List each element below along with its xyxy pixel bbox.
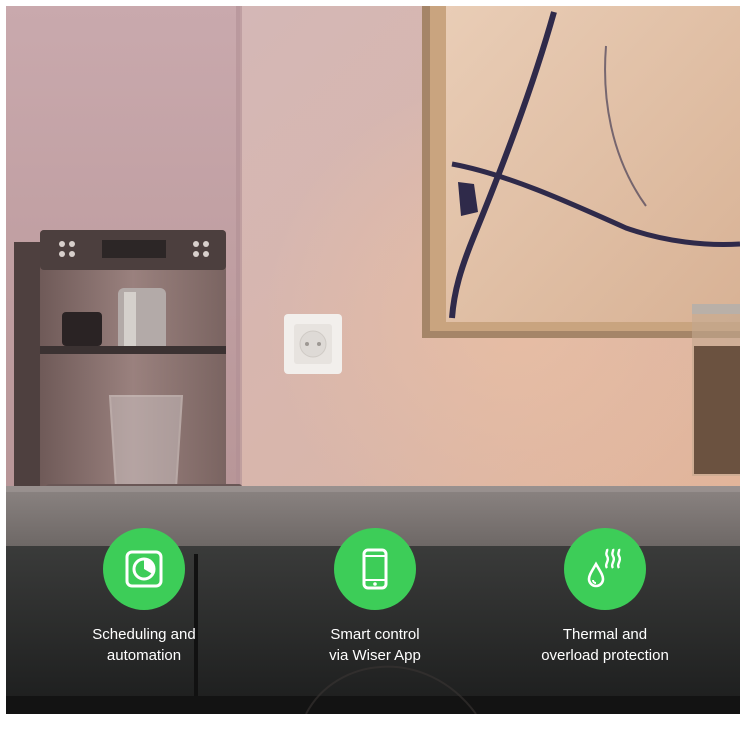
feature-scheduling: Scheduling and automation xyxy=(34,528,254,666)
caption-line-2: via Wiser App xyxy=(329,647,421,664)
caption-line-1: Thermal and xyxy=(562,626,648,643)
feature-smart-control: Smart control via Wiser App xyxy=(265,528,485,666)
feature-badge xyxy=(334,528,416,610)
feature-thermal-protection: Thermal and overload protection xyxy=(495,528,715,666)
feature-caption: Thermal and overload protection xyxy=(495,624,715,666)
feature-badge xyxy=(564,528,646,610)
heat-drop-icon xyxy=(587,548,622,588)
caption-line-1: Smart control xyxy=(330,626,420,643)
feature-caption: Scheduling and automation xyxy=(34,624,254,666)
product-photo: Scheduling and automation Smart control … xyxy=(6,6,740,714)
caption-line-2: overload protection xyxy=(541,647,669,664)
feature-caption: Smart control via Wiser App xyxy=(265,624,485,666)
timer-icon xyxy=(125,550,163,588)
caption-line-2: automation xyxy=(106,647,182,664)
caption-line-1: Scheduling and xyxy=(92,626,196,643)
smartphone-icon xyxy=(362,548,388,590)
feature-badge xyxy=(103,528,185,610)
